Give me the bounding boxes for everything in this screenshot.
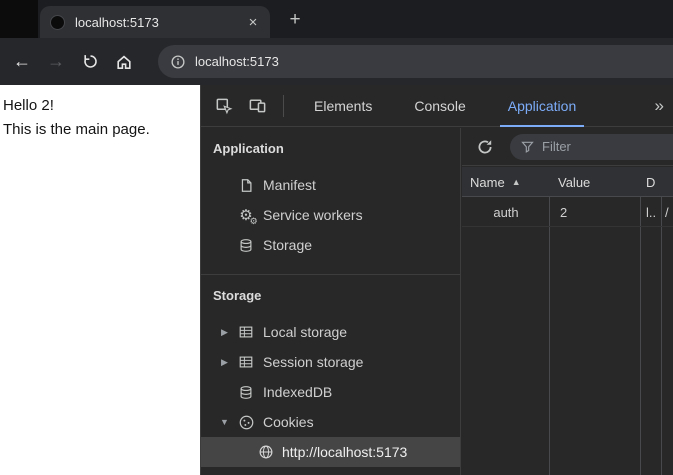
page-text-line2: This is the main page. <box>3 118 196 142</box>
sidebar-item-session-storage[interactable]: ▶ Session storage <box>201 347 460 377</box>
section-title-storage: Storage <box>201 275 460 317</box>
tab-title: localhost:5173 <box>75 15 242 30</box>
tab-console[interactable]: Console <box>393 85 486 127</box>
device-toolbar-icon[interactable] <box>240 89 274 123</box>
cookie-domain-cell[interactable]: l.. <box>646 197 656 227</box>
database-icon <box>236 377 256 407</box>
home-icon[interactable] <box>107 45 141 79</box>
sidebar-item-label: http://localhost:5173 <box>282 437 407 467</box>
sidebar-item-cookie-origin[interactable]: http://localhost:5173 <box>201 437 460 467</box>
devtools-body: Application Manifest ⚙⚙ Service workers <box>201 128 673 475</box>
sidebar-item-label: Storage <box>263 230 312 260</box>
sidebar-item-service-workers[interactable]: ⚙⚙ Service workers <box>201 200 460 230</box>
browser-tab[interactable]: localhost:5173 × <box>40 6 270 38</box>
globe-icon <box>256 437 276 467</box>
filter-funnel-icon <box>520 139 535 154</box>
section-title-application: Application <box>201 128 460 170</box>
table-icon <box>236 317 256 347</box>
tab-strip: localhost:5173 × + <box>0 0 673 38</box>
table-icon <box>236 347 256 377</box>
sidebar-item-cookies[interactable]: ▼ Cookies <box>201 407 460 437</box>
sort-asc-icon: ▲ <box>512 177 521 187</box>
cookie-name-cell[interactable]: auth <box>462 197 550 227</box>
cookies-table: Name ▲ Value D auth 2 l.. / <box>462 167 673 475</box>
tab-application[interactable]: Application <box>487 85 598 127</box>
sidebar-item-label: Service workers <box>263 200 363 230</box>
cookie-value-cell[interactable]: 2 <box>560 197 567 227</box>
service-worker-gear-icon: ⚙⚙ <box>236 200 256 230</box>
inspect-element-icon[interactable] <box>206 89 240 123</box>
sidebar-item-label: IndexedDB <box>263 377 332 407</box>
sidebar-item-label: Session storage <box>263 347 363 377</box>
reload-icon[interactable] <box>73 45 107 79</box>
page-text-line1: Hello 2! <box>3 94 196 118</box>
expander-collapsed-icon[interactable]: ▶ <box>218 317 231 347</box>
cookie-path-cell[interactable]: / <box>665 197 669 227</box>
window-corner <box>0 0 38 38</box>
database-icon <box>236 230 256 260</box>
toolbar-divider <box>283 95 284 117</box>
table-row[interactable]: auth 2 l.. / <box>462 197 673 227</box>
column-header-domain[interactable]: D <box>646 167 662 197</box>
sidebar-item-label: Cookies <box>263 407 314 437</box>
sidebar-item-local-storage[interactable]: ▶ Local storage <box>201 317 460 347</box>
table-header-row: Name ▲ Value D <box>462 167 673 197</box>
filter-input[interactable] <box>542 139 673 154</box>
expander-expanded-icon[interactable]: ▼ <box>218 407 231 437</box>
cookies-toolbar <box>462 128 673 166</box>
sidebar-item-indexeddb[interactable]: IndexedDB <box>201 377 460 407</box>
expander-collapsed-icon[interactable]: ▶ <box>218 347 231 377</box>
sidebar-item-manifest[interactable]: Manifest <box>201 170 460 200</box>
refresh-icon[interactable] <box>468 130 502 164</box>
url-text: localhost:5173 <box>195 54 279 69</box>
browser-window: localhost:5173 × + ← → localhost:5173 He… <box>0 0 673 475</box>
document-icon <box>236 170 256 200</box>
filter-box[interactable] <box>510 134 673 160</box>
application-sidebar: Application Manifest ⚙⚙ Service workers <box>201 128 461 475</box>
back-icon[interactable]: ← <box>5 45 39 79</box>
tab-close-icon[interactable]: × <box>242 11 264 33</box>
forward-icon[interactable]: → <box>39 45 73 79</box>
devtools-panel: Elements Console Application » Applicati… <box>200 85 673 475</box>
content-area: Hello 2! This is the main page. Elements… <box>0 85 673 475</box>
cookies-pane: Name ▲ Value D auth 2 l.. / <box>462 128 673 475</box>
column-header-path[interactable] <box>665 167 673 197</box>
sidebar-item-label: Manifest <box>263 170 316 200</box>
sidebar-item-storage[interactable]: Storage <box>201 230 460 260</box>
sidebar-item-label: Local storage <box>263 317 347 347</box>
address-bar: ← → localhost:5173 <box>0 38 673 85</box>
tab-favicon-icon <box>50 15 65 30</box>
cookie-icon <box>236 407 256 437</box>
web-page: Hello 2! This is the main page. <box>0 85 200 475</box>
tab-elements[interactable]: Elements <box>293 85 393 127</box>
devtools-toolbar: Elements Console Application » <box>201 85 673 127</box>
new-tab-button[interactable]: + <box>282 7 308 33</box>
column-header-name[interactable]: Name ▲ <box>470 167 550 197</box>
site-info-icon[interactable] <box>170 54 186 70</box>
column-header-value[interactable]: Value <box>558 167 641 197</box>
more-tabs-icon[interactable]: » <box>655 96 664 116</box>
url-bar[interactable]: localhost:5173 <box>158 45 673 78</box>
